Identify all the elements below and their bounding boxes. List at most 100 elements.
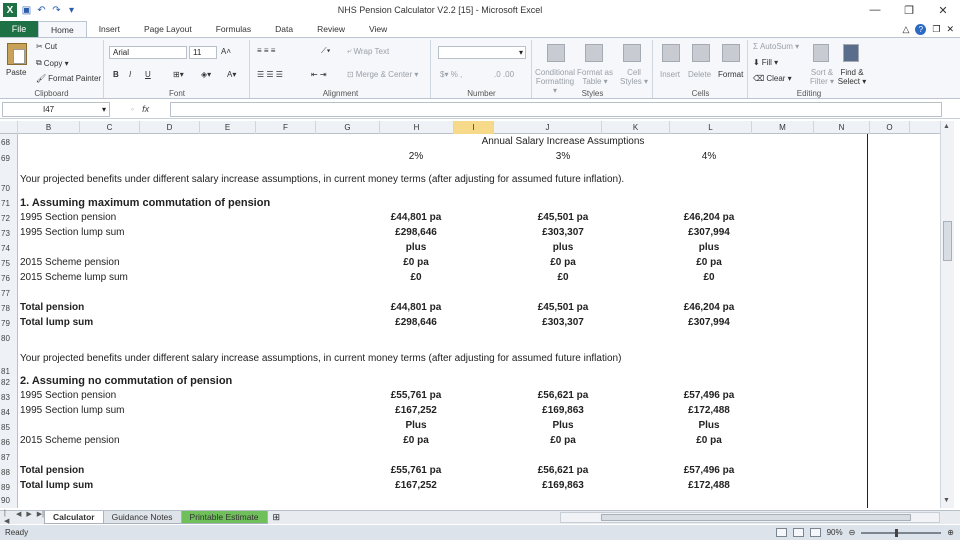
formula-input[interactable]: [170, 101, 942, 117]
scroll-up-icon[interactable]: ▲: [943, 123, 950, 130]
row-header[interactable]: 68: [0, 138, 18, 147]
undo-icon[interactable]: ↶: [36, 5, 47, 16]
clear-button[interactable]: ⌫ Clear ▾: [753, 74, 792, 83]
row-header[interactable]: 83: [0, 393, 18, 402]
font-color-icon[interactable]: A▾: [227, 70, 236, 79]
borders-icon[interactable]: ⊞▾: [173, 70, 184, 79]
zoom-slider[interactable]: [861, 528, 942, 537]
bold-button[interactable]: B: [113, 70, 119, 79]
cell-styles-icon[interactable]: [623, 44, 641, 62]
indent-icon[interactable]: ⇤ ⇥: [311, 70, 327, 79]
find-select-button[interactable]: Find & Select ▾: [837, 68, 867, 86]
wrap-text-button[interactable]: ⤶ Wrap Text: [347, 46, 389, 56]
column-header[interactable]: B: [18, 121, 80, 134]
row-header[interactable]: 71: [0, 199, 18, 208]
paste-icon[interactable]: [7, 43, 27, 65]
zoom-out-icon[interactable]: ⊖: [849, 528, 856, 537]
format-table-icon[interactable]: [585, 44, 603, 62]
row-header[interactable]: 72: [0, 214, 18, 223]
orientation-icon[interactable]: ⟋▾: [321, 46, 331, 56]
name-box[interactable]: I47 ▾: [2, 101, 110, 117]
row-header[interactable]: 79: [0, 319, 18, 328]
copy-button[interactable]: ⧉ Copy ▾: [36, 58, 69, 68]
doc-close-icon[interactable]: ✕: [946, 24, 954, 35]
grow-font-icon[interactable]: A˄: [221, 47, 231, 56]
row-header[interactable]: 90: [0, 496, 18, 505]
help-icon[interactable]: ?: [915, 23, 927, 35]
fill-button[interactable]: ⬇ Fill ▾: [753, 58, 778, 67]
sheet-tab-calculator[interactable]: Calculator: [44, 511, 104, 524]
doc-restore-icon[interactable]: ❐: [932, 24, 940, 35]
insert-sheet-icon[interactable]: ⊞: [273, 512, 281, 523]
row-header[interactable]: 85: [0, 423, 18, 432]
tab-home[interactable]: Home: [38, 21, 87, 37]
vertical-scrollbar[interactable]: ▲ ▼: [940, 121, 954, 508]
normal-view-icon[interactable]: [775, 528, 787, 537]
column-header[interactable]: K: [602, 121, 670, 134]
row-header[interactable]: 74: [0, 244, 18, 253]
column-header[interactable]: L: [670, 121, 752, 134]
sheet-tab-guidance-notes[interactable]: Guidance Notes: [102, 511, 182, 524]
cell-styles-button[interactable]: Cell Styles ▾: [617, 68, 651, 86]
font-size-select[interactable]: 11: [189, 46, 217, 59]
sheet-tab-printable-estimate[interactable]: Printable Estimate: [180, 511, 268, 524]
delete-cells-icon[interactable]: [692, 44, 710, 62]
column-header[interactable]: D: [140, 121, 200, 134]
row-header[interactable]: 82: [0, 378, 18, 387]
font-name-select[interactable]: Arial: [109, 46, 187, 59]
column-header[interactable]: O: [870, 121, 910, 134]
zoom-slider-knob[interactable]: [895, 528, 899, 537]
last-sheet-icon[interactable]: ▶|: [37, 510, 44, 525]
ribbon-minimize-icon[interactable]: △: [902, 24, 909, 35]
first-sheet-icon[interactable]: |◀: [4, 510, 11, 525]
column-header[interactable]: J: [494, 121, 602, 134]
customize-qat-icon[interactable]: ▾: [66, 5, 77, 16]
column-header[interactable]: G: [316, 121, 380, 134]
row-header[interactable]: 77: [0, 289, 18, 298]
page-layout-view-icon[interactable]: [792, 528, 804, 537]
column-header[interactable]: H: [380, 121, 454, 134]
zoom-in-icon[interactable]: ⊕: [947, 528, 954, 537]
save-icon[interactable]: ▣: [21, 5, 32, 16]
row-header[interactable]: 88: [0, 468, 18, 477]
tab-page-layout[interactable]: Page Layout: [132, 21, 204, 37]
column-header[interactable]: M: [752, 121, 814, 134]
format-button[interactable]: Format: [718, 70, 743, 79]
scroll-down-icon[interactable]: ▼: [943, 497, 950, 504]
align-top-icon[interactable]: ≡ ≡ ≡: [257, 46, 275, 55]
fill-color-icon[interactable]: ◈▾: [201, 70, 211, 79]
cut-button[interactable]: ✂ Cut: [36, 42, 57, 51]
row-header[interactable]: 78: [0, 304, 18, 313]
paste-button[interactable]: Paste: [6, 68, 26, 77]
redo-icon[interactable]: ↷: [51, 5, 62, 16]
sort-filter-button[interactable]: Sort & Filter ▾: [807, 68, 837, 86]
row-header[interactable]: 75: [0, 259, 18, 268]
column-header[interactable]: E: [200, 121, 256, 134]
tab-view[interactable]: View: [357, 21, 399, 37]
insert-cells-icon[interactable]: [662, 44, 680, 62]
row-header[interactable]: 69: [0, 154, 18, 163]
binoculars-icon[interactable]: [843, 44, 859, 62]
insert-function-button[interactable]: ◦ fx: [110, 104, 170, 114]
prev-sheet-icon[interactable]: ◀: [16, 510, 21, 525]
row-header[interactable]: 70: [0, 184, 18, 193]
decimal-icon[interactable]: .0 .00: [494, 70, 514, 79]
sort-filter-icon[interactable]: [813, 44, 829, 62]
zoom-level[interactable]: 90%: [827, 528, 843, 537]
row-header[interactable]: 87: [0, 453, 18, 462]
delete-button[interactable]: Delete: [688, 70, 711, 79]
number-format-select[interactable]: ▾: [438, 46, 526, 59]
tab-insert[interactable]: Insert: [87, 21, 132, 37]
tab-review[interactable]: Review: [305, 21, 357, 37]
close-button[interactable]: ✕: [926, 1, 960, 19]
insert-button[interactable]: Insert: [660, 70, 680, 79]
column-header[interactable]: C: [80, 121, 140, 134]
tab-data[interactable]: Data: [263, 21, 305, 37]
merge-center-button[interactable]: ⊡ Merge & Center ▾: [347, 70, 418, 79]
page-break-view-icon[interactable]: [809, 528, 821, 537]
tab-file[interactable]: File: [0, 21, 38, 37]
underline-button[interactable]: U: [145, 70, 151, 79]
format-painter-button[interactable]: 🖌 Format Painter: [36, 74, 101, 83]
row-header[interactable]: 81: [0, 367, 18, 376]
column-header[interactable]: F: [256, 121, 316, 134]
